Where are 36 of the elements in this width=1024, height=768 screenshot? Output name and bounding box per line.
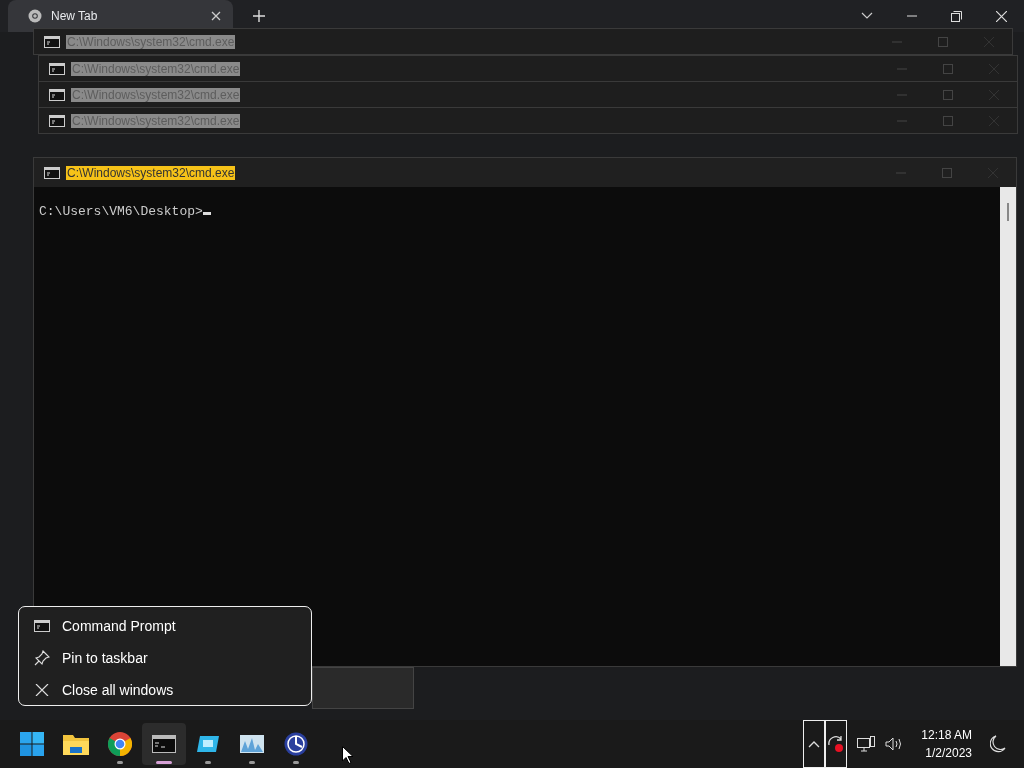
clock-button[interactable]: 12:18 AM 1/2/2023 [921, 726, 972, 762]
network-icon[interactable] [857, 736, 876, 752]
close-icon [34, 684, 50, 696]
menu-item[interactable]: Pin to taskbar [19, 642, 311, 674]
console-icon [49, 88, 65, 101]
console-icon [152, 735, 176, 753]
sync-icon [827, 735, 846, 753]
text-cursor [202, 212, 211, 215]
moon-icon[interactable] [990, 735, 1006, 753]
windows-logo-icon [20, 732, 44, 756]
chevron-down-icon[interactable] [861, 12, 873, 20]
chrome-icon [28, 9, 42, 23]
new-tab-icon[interactable] [253, 10, 265, 22]
console-icon [44, 166, 60, 179]
console-icon [34, 620, 50, 632]
card-icon [197, 736, 219, 752]
restore-icon[interactable] [951, 10, 962, 22]
taskbar-button[interactable] [142, 723, 186, 765]
sync-button[interactable] [825, 720, 848, 768]
mouse-cursor-icon [342, 746, 354, 764]
show-hidden-icons-button[interactable] [803, 720, 826, 768]
console-icon [49, 114, 65, 127]
chrome-icon [108, 732, 132, 756]
tab-title: New Tab [51, 9, 99, 23]
pin-icon [34, 650, 50, 666]
window-title: C:\Windows\system32\cmd.exe [66, 165, 236, 180]
console-icon [49, 62, 65, 75]
folder-icon [63, 733, 89, 755]
console-icon [44, 35, 60, 48]
prompt-text: C:\Users\VM6\Desktop> [39, 204, 203, 219]
menu-item[interactable]: Command Prompt [19, 610, 311, 642]
scrollbar[interactable] [1000, 187, 1016, 666]
menu-item[interactable]: Close all windows [19, 674, 311, 706]
chart-icon [240, 735, 264, 753]
volume-icon[interactable] [885, 737, 904, 751]
chevron-up-icon [808, 740, 821, 748]
